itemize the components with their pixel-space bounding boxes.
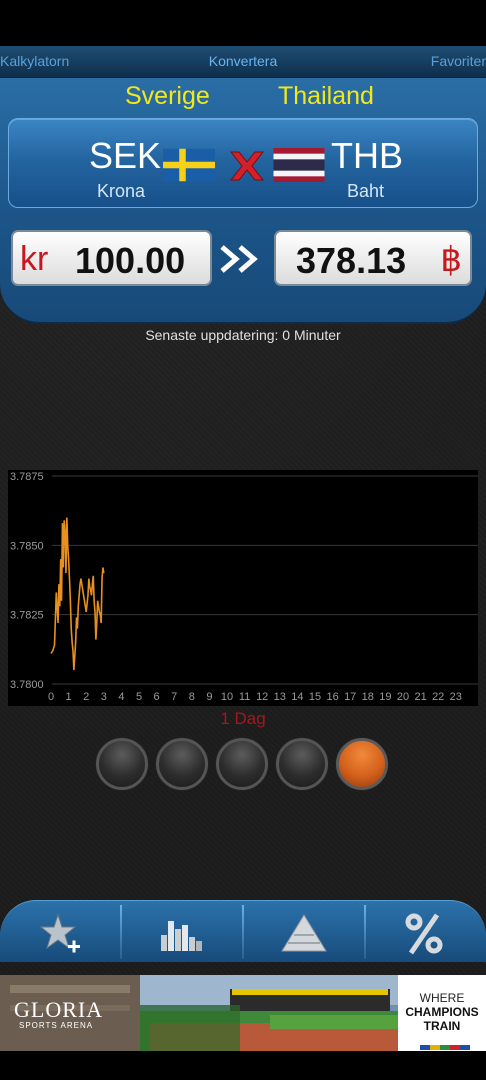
ad-tagline-3: TRAIN xyxy=(423,1019,461,1033)
double-arrow-icon xyxy=(220,245,258,273)
x-tick-label: 22 xyxy=(432,691,444,703)
x-tick-label: 15 xyxy=(309,691,321,703)
x-tick-label: 16 xyxy=(326,691,338,703)
y-tick-label: 3.7825 xyxy=(10,610,44,622)
x-tick-label: 2 xyxy=(83,691,89,703)
x-tick-label: 14 xyxy=(291,691,303,703)
ad-banner[interactable]: GLORIA SPORTS ARENA WHERE CHAMPIONS TRAI… xyxy=(0,975,486,1051)
x-tick-label: 4 xyxy=(118,691,124,703)
pyramid-icon xyxy=(281,914,327,952)
to-amount-value: 378.13 xyxy=(296,240,407,281)
y-tick-label: 3.7850 xyxy=(10,540,44,552)
rate-chart-svg: 3.78003.78253.78503.78750 1 2 3 4 5 6 7 8 9 10 11 12… xyxy=(10,471,478,703)
converter-panel: Sverige Thailand SEK Krona THB Baht kr 1… xyxy=(0,78,486,324)
period-button-5[interactable] xyxy=(336,738,388,790)
x-tick-label: 8 xyxy=(189,691,195,703)
x-tick-label: 3 xyxy=(101,691,107,703)
x-tick-label: 5 xyxy=(136,691,142,703)
y-tick-label: 3.7800 xyxy=(10,679,44,691)
ad-tagline-2: CHAMPIONS xyxy=(405,1005,479,1019)
from-currency-code[interactable]: SEK xyxy=(89,135,161,177)
x-tick-label: 21 xyxy=(414,691,426,703)
tab-convert[interactable]: Konvertera xyxy=(0,53,486,69)
from-currency-name: Krona xyxy=(97,181,146,201)
ad-tagline-box: WHERE CHAMPIONS TRAIN xyxy=(398,975,486,1051)
y-tick-label: 3.7875 xyxy=(10,471,44,483)
period-button-3[interactable] xyxy=(216,738,268,790)
x-tick-label: 12 xyxy=(256,691,268,703)
period-button-1[interactable] xyxy=(96,738,148,790)
percent-icon xyxy=(405,913,443,955)
bottom-toolbar xyxy=(0,900,486,962)
from-amount-value[interactable]: 100.00 xyxy=(75,240,185,282)
x-tick-label: 19 xyxy=(379,691,391,703)
x-tick-label: 1 xyxy=(66,691,72,703)
ad-logo-sub: SPORTS ARENA xyxy=(19,1021,94,1030)
top-tab-bar: Kalkylatorn Konvertera Favoriter xyxy=(0,46,486,78)
x-tick-label: 11 xyxy=(239,691,250,703)
rate-chart: 3.7800 3.7825 3.7850 3.7875 0 1 2 3 4 5 6 7 8 9 10 11 12… xyxy=(8,470,478,706)
ad-logo: GLORIA xyxy=(14,997,104,1022)
x-tick-label: 7 xyxy=(171,691,177,703)
ad-tagline-1: WHERE xyxy=(419,991,465,1005)
to-currency-symbol: ฿ xyxy=(440,241,462,279)
ad-color-stripes xyxy=(420,1045,470,1050)
trend-button[interactable] xyxy=(244,901,365,963)
x-tick-label: 17 xyxy=(344,691,356,703)
period-button-2[interactable] xyxy=(156,738,208,790)
sweden-flag-icon[interactable] xyxy=(163,148,215,182)
x-tick-label: 0 xyxy=(48,691,54,703)
x-tick-label: 6 xyxy=(154,691,160,703)
x-tick-label: 13 xyxy=(274,691,286,703)
tab-favorites[interactable]: Favoriter xyxy=(431,53,486,69)
to-country-label[interactable]: Thailand xyxy=(278,82,374,111)
chart-button[interactable] xyxy=(122,901,243,963)
x-tick-label: 10 xyxy=(221,691,233,703)
x-tick-label: 20 xyxy=(397,691,409,703)
from-currency-symbol: kr xyxy=(20,240,49,278)
x-tick-label: 9 xyxy=(206,691,212,703)
system-nav-bar xyxy=(0,1051,486,1080)
x-tick-label: 23 xyxy=(450,691,462,703)
from-country-label[interactable]: Sverige xyxy=(125,82,210,111)
add-favorite-button[interactable] xyxy=(0,901,121,963)
x-tick-label: 18 xyxy=(362,691,374,703)
percent-button[interactable] xyxy=(366,901,486,963)
bar-chart-icon xyxy=(161,921,202,951)
swap-icon[interactable] xyxy=(225,148,269,184)
thailand-flag-icon[interactable] xyxy=(273,148,325,182)
to-currency-name: Baht xyxy=(347,181,385,201)
from-amount-field[interactable]: kr 100.00 xyxy=(11,230,212,286)
period-button-4[interactable] xyxy=(276,738,328,790)
to-currency-code[interactable]: THB xyxy=(331,135,403,177)
status-bar xyxy=(0,0,486,46)
rate-series-line xyxy=(50,517,105,671)
to-amount-field[interactable]: 378.13 ฿ xyxy=(274,230,472,286)
add-favorite-icon xyxy=(39,913,80,953)
last-update-text: Senaste uppdatering: 0 Minuter xyxy=(145,327,341,343)
period-label: 1 Dag xyxy=(220,709,266,728)
currency-pair-box: SEK Krona THB Baht xyxy=(8,118,478,208)
